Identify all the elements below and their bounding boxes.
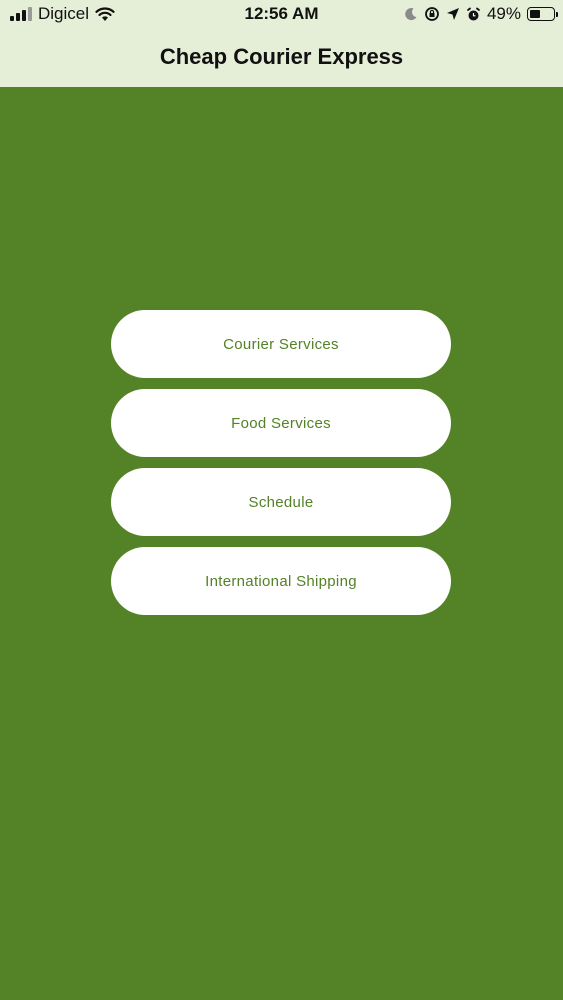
battery-level-fill [530,10,540,18]
app-screen: Digicel 12:56 AM 49% Cheap Courier Expre… [0,0,563,1000]
main-menu: Courier Services Food Services Schedule … [111,310,451,626]
alarm-icon [466,7,481,22]
moon-icon [404,7,418,21]
rotation-lock-icon [424,6,440,22]
battery-percent: 49% [486,4,521,23]
schedule-button[interactable]: Schedule [111,468,451,536]
status-right: 49% [404,4,558,23]
page-title: Cheap Courier Express [159,44,404,69]
food-services-button[interactable]: Food Services [111,389,451,457]
header-area: Digicel 12:56 AM 49% Cheap Courier Expre… [0,0,563,87]
battery-icon [527,7,558,21]
location-icon [446,7,460,21]
courier-services-button[interactable]: Courier Services [111,310,451,378]
battery-cap [556,12,558,17]
international-shipping-button[interactable]: International Shipping [111,547,451,615]
status-bar: Digicel 12:56 AM 49% [0,0,563,30]
